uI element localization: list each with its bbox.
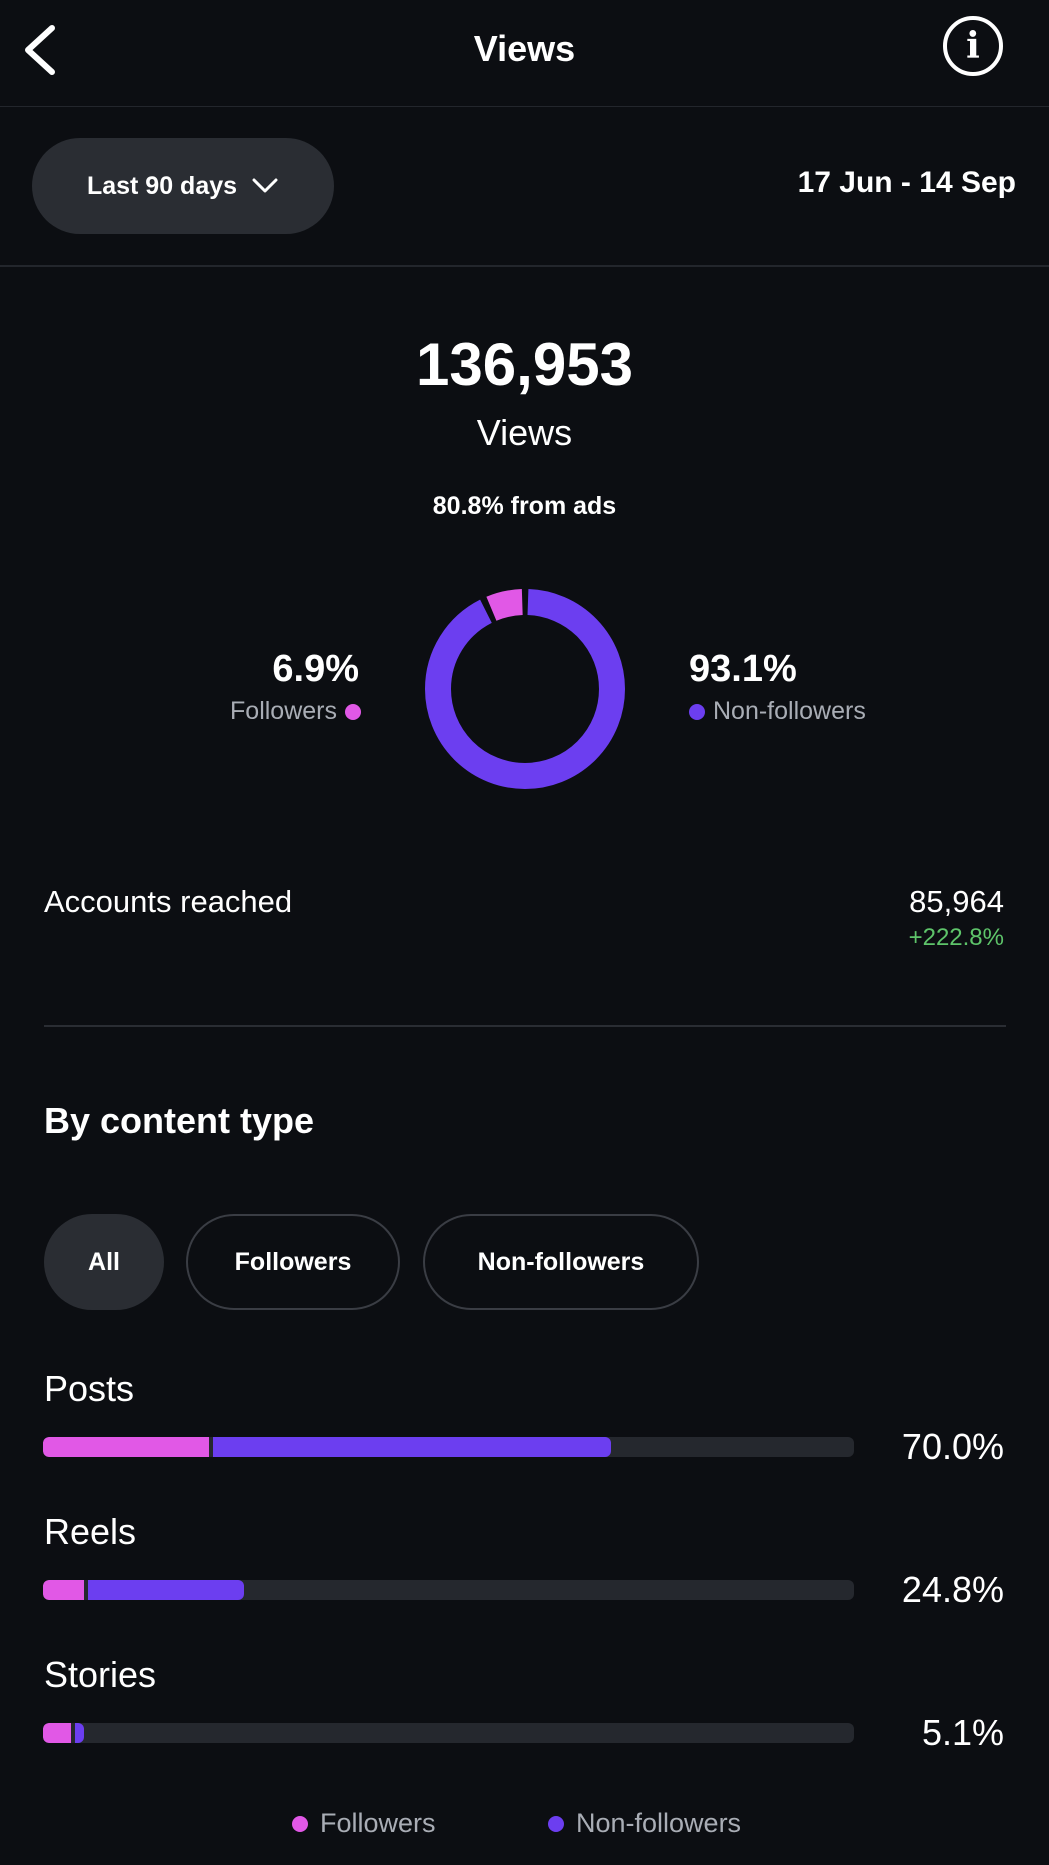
audience-donut-chart bbox=[425, 589, 625, 789]
followers-label: Followers bbox=[230, 697, 337, 725]
bar-followers-segment bbox=[43, 1580, 84, 1600]
total-views-label: Views bbox=[476, 412, 573, 453]
ads-share-text: 80.8% from ads bbox=[432, 492, 617, 520]
nonfollowers-label: Non-followers bbox=[713, 697, 866, 725]
divider bbox=[0, 265, 1049, 267]
section-title: By content type bbox=[44, 1100, 315, 1141]
filter-chip-nonfollowers[interactable]: Non-followers bbox=[423, 1214, 699, 1310]
page-title: Views bbox=[473, 28, 576, 69]
donut-nonfollowers-segment bbox=[425, 589, 625, 789]
legend-nonfollowers: Non-followers bbox=[548, 1808, 741, 1839]
accounts-reached-value: 85,964 bbox=[909, 884, 1004, 919]
bar-nonfollowers-segment bbox=[213, 1437, 611, 1457]
date-range-dropdown-label: Last 90 days bbox=[86, 171, 238, 200]
filter-chip-all[interactable]: All bbox=[44, 1214, 164, 1310]
legend-nonfollowers-label: Non-followers bbox=[576, 1808, 742, 1838]
followers-dot-icon bbox=[345, 703, 361, 720]
content-row-label-stories: Stories bbox=[44, 1654, 157, 1695]
bar-followers-segment bbox=[43, 1723, 72, 1743]
content-row-label-reels: Reels bbox=[44, 1511, 137, 1552]
content-row-pct-posts: 70.0% bbox=[901, 1426, 1004, 1467]
followers-percentage: 6.9% bbox=[272, 648, 359, 690]
nonfollowers-dot-icon bbox=[689, 703, 705, 720]
filter-chip-followers[interactable]: Followers bbox=[186, 1214, 400, 1310]
accounts-reached-label: Accounts reached bbox=[44, 884, 293, 919]
followers-dot-icon bbox=[292, 1815, 308, 1832]
nonfollowers-legend: Non-followers bbox=[689, 697, 866, 726]
legend-followers-label: Followers bbox=[320, 1808, 436, 1838]
bar-nonfollowers-segment bbox=[75, 1723, 85, 1743]
bar-followers-segment bbox=[43, 1437, 210, 1457]
content-bar-reels bbox=[43, 1580, 854, 1600]
chevron-down-icon bbox=[252, 178, 278, 193]
total-views: 136,953 bbox=[416, 331, 633, 398]
nonfollowers-percentage: 93.1% bbox=[689, 648, 797, 690]
content-row-pct-stories: 5.1% bbox=[921, 1712, 1004, 1753]
date-range-text: 17 Jun - 14 Sep bbox=[797, 166, 1016, 199]
content-row-label-posts: Posts bbox=[44, 1368, 135, 1409]
accounts-reached-change: +222.8% bbox=[908, 924, 1004, 951]
info-icon: i bbox=[966, 25, 980, 67]
divider bbox=[44, 1025, 1006, 1027]
followers-legend: Followers bbox=[230, 697, 361, 726]
content-bar-stories bbox=[43, 1723, 854, 1743]
content-row-pct-reels: 24.8% bbox=[901, 1569, 1004, 1610]
nonfollowers-dot-icon bbox=[548, 1815, 564, 1832]
content-bar-posts bbox=[43, 1437, 854, 1457]
date-range-dropdown[interactable]: Last 90 days bbox=[32, 138, 334, 234]
bar-nonfollowers-segment bbox=[87, 1580, 245, 1600]
legend-followers: Followers bbox=[292, 1808, 436, 1839]
info-button[interactable]: i bbox=[943, 16, 1003, 76]
